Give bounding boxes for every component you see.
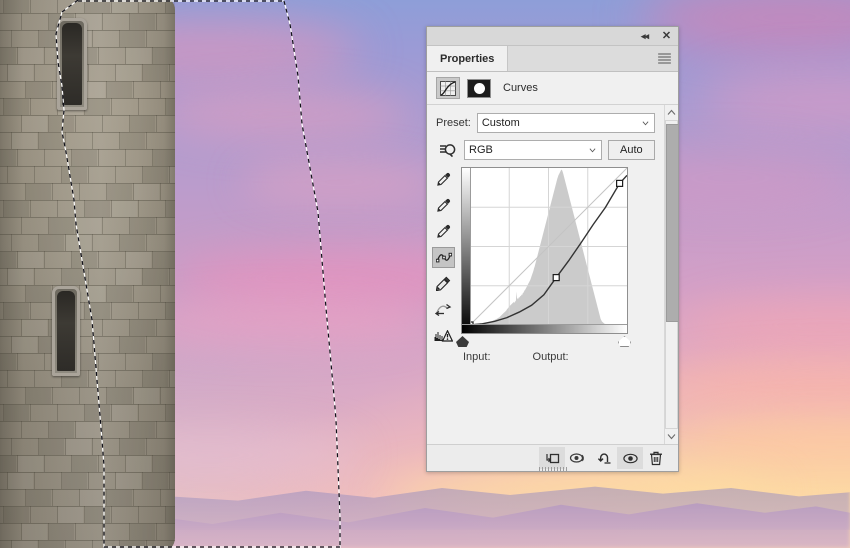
input-label: Input: — [463, 351, 491, 363]
properties-panel: ◂◂ ✕ Properties Curves Preset: Custom RG… — [426, 26, 679, 472]
chevron-down-icon — [642, 121, 649, 126]
preset-row: Preset: Custom — [427, 113, 664, 133]
tower-window-slit — [52, 286, 80, 376]
collapse-to-icons-icon[interactable]: ◂◂ — [638, 30, 651, 43]
input-gradient-bar — [462, 324, 627, 333]
adjustment-header: Curves — [427, 72, 678, 105]
output-gradient-bar — [462, 168, 471, 333]
mask-dot — [473, 82, 485, 94]
scrollbar-track[interactable] — [665, 120, 678, 429]
auto-button-label: Auto — [620, 144, 643, 156]
curves-plot-column: Input: Output: — [456, 167, 631, 363]
edit-points-curve-tool[interactable] — [432, 247, 455, 268]
clip-to-layer-button[interactable] — [539, 447, 565, 469]
smooth-curve-tool[interactable] — [432, 299, 455, 320]
curves-plot-svg — [466, 168, 627, 329]
tab-properties[interactable]: Properties — [427, 46, 509, 71]
panel-menu-icon[interactable] — [658, 53, 671, 64]
input-output-readout: Input: Output: — [461, 351, 628, 363]
sample-black-point-eyedropper[interactable] — [432, 169, 455, 190]
black-white-point-sliders — [456, 335, 631, 347]
channel-select[interactable]: RGB — [464, 140, 602, 160]
preset-select[interactable]: Custom — [476, 113, 655, 133]
panel-resize-grip[interactable] — [538, 467, 567, 472]
layer-mask-thumbnail[interactable] — [467, 78, 491, 98]
preset-label: Preset: — [436, 117, 471, 129]
channel-row: RGB Auto — [427, 140, 664, 160]
brick-courses — [0, 0, 175, 548]
sample-white-point-eyedropper[interactable] — [432, 221, 455, 242]
cloud-band — [150, 90, 410, 138]
curves-graph-area: Input: Output: — [427, 167, 664, 363]
scroll-down-arrow[interactable] — [666, 431, 677, 442]
preset-value: Custom — [481, 117, 520, 129]
histogram-clipping-warning-icon[interactable] — [432, 325, 455, 346]
output-label: Output: — [532, 351, 569, 363]
window-opening — [62, 23, 82, 105]
scrollbar-thumb[interactable] — [666, 124, 678, 323]
sample-gray-point-eyedropper[interactable] — [432, 195, 455, 216]
channel-value: RGB — [469, 144, 493, 156]
white-point-slider[interactable] — [618, 336, 631, 347]
adjustment-controls: Preset: Custom RGB Auto Input: Output: — [427, 105, 664, 444]
black-point-slider[interactable] — [456, 336, 469, 347]
scroll-up-arrow[interactable] — [666, 107, 677, 118]
adjustment-title: Curves — [503, 82, 538, 94]
panel-tab-strip: Properties — [427, 46, 678, 72]
panel-titlebar: ◂◂ ✕ — [427, 27, 678, 46]
stone-tower — [0, 0, 175, 548]
panel-body: Preset: Custom RGB Auto Input: Output: — [427, 105, 678, 444]
chevron-down-icon — [589, 148, 596, 153]
curves-icon[interactable] — [436, 77, 460, 99]
curves-tool-strip — [431, 167, 456, 363]
delete-adjustment-layer-button[interactable] — [643, 447, 669, 469]
cloud-band — [130, 300, 430, 346]
canvas-stage: ◂◂ ✕ Properties Curves Preset: Custom RG… — [0, 0, 850, 548]
close-icon[interactable]: ✕ — [660, 30, 673, 43]
draw-curve-pencil-tool[interactable] — [432, 273, 455, 294]
cloud-band — [240, 160, 440, 204]
window-opening — [57, 291, 75, 371]
on-image-adjustment-icon[interactable] — [436, 141, 458, 159]
auto-button[interactable]: Auto — [608, 140, 655, 160]
toggle-previous-state-button[interactable] — [565, 447, 591, 469]
reset-adjustment-button[interactable] — [591, 447, 617, 469]
toggle-layer-visibility-button[interactable] — [617, 447, 643, 469]
tab-properties-label: Properties — [440, 52, 495, 65]
tower-window-slit — [57, 18, 87, 110]
panel-footer — [427, 444, 678, 472]
curves-plot[interactable] — [461, 167, 628, 334]
panel-scrollbar[interactable] — [663, 105, 678, 444]
